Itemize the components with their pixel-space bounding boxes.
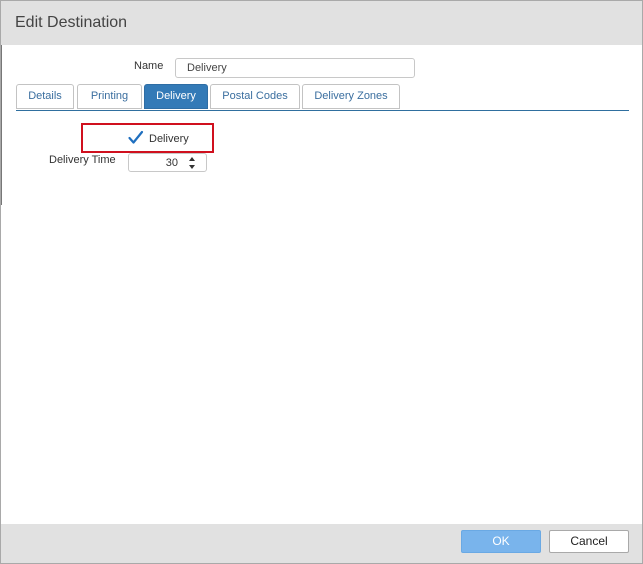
tab-printing[interactable]: Printing xyxy=(77,84,142,109)
cancel-button[interactable]: Cancel xyxy=(549,530,629,553)
name-label: Name xyxy=(134,60,164,72)
tab-underline xyxy=(16,110,629,111)
tab-postal-codes[interactable]: Postal Codes xyxy=(210,84,300,109)
delivery-time-label: Delivery Time xyxy=(49,154,116,166)
caret-up-icon[interactable] xyxy=(187,155,197,163)
checkmark-icon xyxy=(128,130,144,144)
dialog-title: Edit Destination xyxy=(15,14,128,31)
tab-details[interactable]: Details xyxy=(16,84,74,109)
ok-button[interactable]: OK xyxy=(461,530,541,553)
delivery-checkbox-label: Delivery xyxy=(149,133,189,145)
delivery-time-value: 30 xyxy=(165,157,178,169)
delivery-checkbox[interactable] xyxy=(127,129,144,146)
window-edge-divider xyxy=(1,45,2,205)
caret-down-icon[interactable] xyxy=(187,163,197,171)
delivery-time-input[interactable]: 30 xyxy=(128,153,207,172)
dialog-titlebar: Edit Destination xyxy=(1,1,642,45)
annotation-highlight-box xyxy=(81,123,214,153)
tab-delivery-zones[interactable]: Delivery Zones xyxy=(302,84,400,109)
dialog-footer xyxy=(1,524,642,563)
name-input[interactable]: Delivery xyxy=(175,58,415,78)
edit-destination-dialog: Edit Destination Name Delivery Details P… xyxy=(0,0,643,564)
tab-delivery[interactable]: Delivery xyxy=(144,84,208,109)
